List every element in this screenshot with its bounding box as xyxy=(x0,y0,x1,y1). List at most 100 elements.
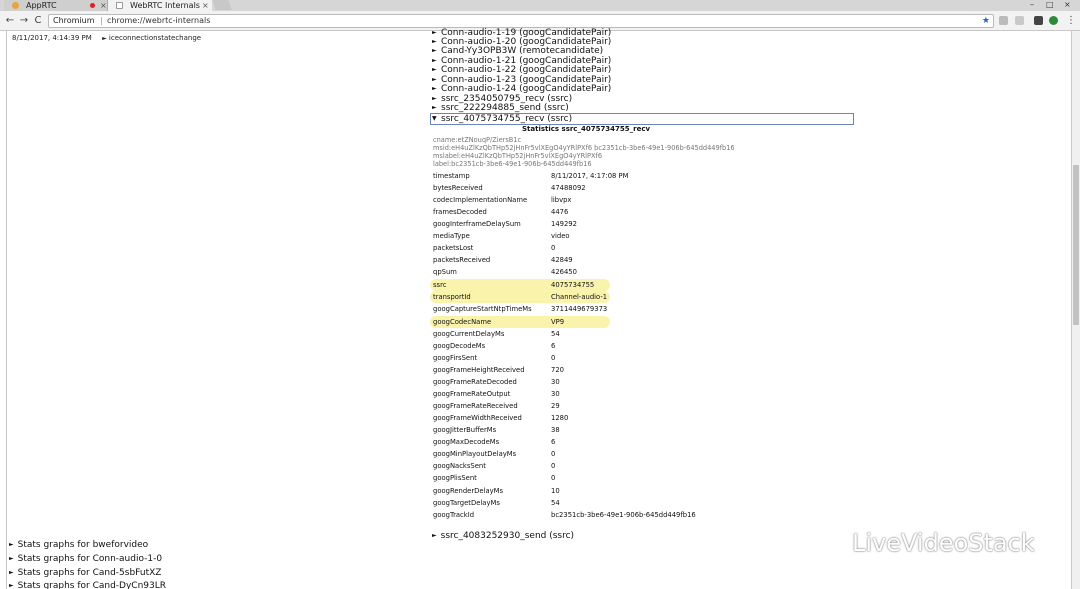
tree-item-label: Cand-Yy3OPB3W (remotecandidate) xyxy=(441,46,604,56)
stat-value: 38 xyxy=(551,426,560,434)
tree-item-label: ssrc_222294885_send (ssrc) xyxy=(441,103,569,113)
stat-value: 1280 xyxy=(551,414,569,422)
stat-value: 0 xyxy=(551,244,556,252)
stat-key: codecImplementationName xyxy=(433,196,528,204)
stat-key: googFirsSent xyxy=(433,354,478,362)
stat-key: googFrameWidthReceived xyxy=(433,414,522,422)
stat-key: googMinPlayoutDelayMs xyxy=(433,450,517,458)
wechat-logo-icon xyxy=(813,531,845,555)
stat-value: 3711449679373 xyxy=(551,305,608,313)
stat-value: 29 xyxy=(551,402,560,410)
stat-value: 54 xyxy=(551,330,560,338)
extension-icon[interactable] xyxy=(1015,16,1024,25)
minimize-button[interactable]: – xyxy=(1030,0,1034,10)
stat-value: 30 xyxy=(551,378,560,386)
stat-key: googInterframeDelaySum xyxy=(433,220,521,228)
collapsed-arrow-icon: ► xyxy=(432,104,437,111)
extension-icon[interactable] xyxy=(1034,16,1043,25)
stat-key: googTrackId xyxy=(433,511,475,519)
stat-key: googJitterBufferMs xyxy=(433,426,497,434)
stat-value: VP9 xyxy=(551,318,565,326)
stat-key: googFrameHeightReceived xyxy=(433,366,525,374)
stat-value: 426450 xyxy=(551,268,577,276)
stat-value: 149292 xyxy=(551,220,577,228)
site-chip[interactable]: Chromium xyxy=(53,15,95,27)
stat-key: googCurrentDelayMs xyxy=(433,330,505,338)
stats-graph-toggle[interactable]: ► Stats graphs for Cand-DyCn93LR xyxy=(9,581,166,589)
collapsed-arrow-icon: ► xyxy=(9,541,14,548)
stat-value: 42849 xyxy=(551,256,573,264)
stat-value: 720 xyxy=(551,366,564,374)
graph-link-label: Stats graphs for bweforvideo xyxy=(17,540,149,550)
bookmark-star-icon[interactable]: ★ xyxy=(982,15,990,27)
tree-item[interactable]: ► ssrc_222294885_send (ssrc) xyxy=(432,103,569,113)
graph-link-label: Stats graphs for Cand-DyCn93LR xyxy=(17,581,167,589)
address-divider xyxy=(101,17,102,25)
stat-key: packetsLost xyxy=(433,244,474,252)
stat-value: 54 xyxy=(551,499,560,507)
stat-key: googPlisSent xyxy=(433,474,477,482)
extension-icon[interactable] xyxy=(999,16,1008,25)
event-log-entry: 8/11/2017, 4:14:39 PM ► iceconnectionsta… xyxy=(12,34,201,42)
stat-value: libvpx xyxy=(551,196,572,204)
stat-key: bytesReceived xyxy=(433,184,483,192)
tree-item[interactable]: ► Conn-audio-1-22 (googCandidatePair) xyxy=(432,65,611,75)
graph-link-label: Stats graphs for Cand-5sbFutXZ xyxy=(17,568,162,578)
maximize-button[interactable]: □ xyxy=(1046,0,1054,10)
tab-close-icon[interactable]: × xyxy=(100,0,107,11)
scrollbar-thumb[interactable] xyxy=(1073,165,1079,325)
stat-key: packetsReceived xyxy=(433,256,491,264)
stat-key: googNacksSent xyxy=(433,462,486,470)
event-label[interactable]: iceconnectionstatechange xyxy=(109,34,201,42)
stats-graph-toggle[interactable]: ► Stats graphs for Cand-5sbFutXZ xyxy=(9,568,161,578)
stats-graph-toggle[interactable]: ► Stats graphs for bweforvideo xyxy=(9,540,148,550)
tree-item-expanded[interactable]: ▼ ssrc_4075734755_recv (ssrc) xyxy=(430,113,854,125)
stat-key: mediaType xyxy=(433,232,470,240)
meta-line: label:bc2351cb-3be6-49e1-906b-645dd449fb… xyxy=(433,160,592,168)
reload-button[interactable]: C xyxy=(32,14,44,28)
tab-close-icon[interactable]: × xyxy=(202,0,209,11)
stat-key: googDecodeMs xyxy=(433,342,486,350)
tree-item-label: Conn-audio-1-22 (googCandidatePair) xyxy=(441,65,612,75)
collapsed-arrow-icon: ► xyxy=(432,532,437,539)
stat-key: googFrameRateDecoded xyxy=(433,378,517,386)
url-text[interactable]: chrome://webrtc-internals xyxy=(107,15,210,27)
menu-icon[interactable]: ⋮ xyxy=(1066,16,1076,26)
collapsed-arrow-icon: ► xyxy=(9,555,14,562)
tree-item-label: ssrc_4083252930_send (ssrc) xyxy=(440,531,575,541)
close-window-button[interactable]: × xyxy=(1064,0,1071,10)
new-tab-button[interactable] xyxy=(212,0,232,10)
stat-value: Channel-audio-1 xyxy=(551,293,608,301)
stat-value: 10 xyxy=(551,487,560,495)
stat-value: 6 xyxy=(551,438,556,446)
tab-webrtc-internals[interactable]: WebRTC Internals × xyxy=(108,0,212,11)
stats-graph-toggle[interactable]: ► Stats graphs for Conn-audio-1-0 xyxy=(9,554,162,564)
tree-item[interactable]: ► Conn-audio-1-24 (googCandidatePair) xyxy=(432,84,611,94)
stat-value: 4075734755 xyxy=(551,281,595,289)
tree-item-label: Conn-audio-1-24 (googCandidatePair) xyxy=(441,84,612,94)
stat-value: bc2351cb-3be6-49e1-906b-645dd449fb16 xyxy=(551,511,696,519)
collapsed-arrow-icon: ► xyxy=(432,85,437,92)
stat-key: googCodecName xyxy=(433,318,492,326)
event-time: 8/11/2017, 4:14:39 PM xyxy=(12,34,92,42)
address-bar[interactable]: Chromium chrome://webrtc-internals ★ xyxy=(48,14,994,28)
stat-key: transportId xyxy=(433,293,471,301)
tree-item[interactable]: ► Cand-Yy3OPB3W (remotecandidate) xyxy=(432,46,603,56)
tab-title: WebRTC Internals xyxy=(130,1,200,10)
chrome-apps-icon[interactable] xyxy=(1049,16,1058,25)
expand-arrow-icon[interactable]: ► xyxy=(102,35,107,42)
back-button[interactable]: ← xyxy=(4,14,16,28)
watermark-text: LiveVideoStack xyxy=(852,529,1035,557)
meta-line: mslabel:eH4uZlKzQbTHp52jHnFr5vlXEgO4yYRl… xyxy=(433,152,603,160)
tree-item[interactable]: ► ssrc_4083252930_send (ssrc) xyxy=(432,531,574,541)
stat-key: framesDecoded xyxy=(433,208,487,216)
forward-button[interactable]: → xyxy=(18,14,30,28)
tab-apprtc[interactable]: AppRTC × xyxy=(4,0,108,11)
stat-key: googMaxDecodeMs xyxy=(433,438,500,446)
page-favicon-icon xyxy=(116,2,123,9)
collapsed-arrow-icon: ► xyxy=(432,47,437,54)
collapsed-arrow-icon: ► xyxy=(9,582,14,589)
meta-line: msid:eH4uZlKzQbTHp52jHnFr5vlXEgO4yYRlPXf… xyxy=(433,144,735,152)
stat-value: 6 xyxy=(551,342,556,350)
tab-title: AppRTC xyxy=(26,1,57,10)
